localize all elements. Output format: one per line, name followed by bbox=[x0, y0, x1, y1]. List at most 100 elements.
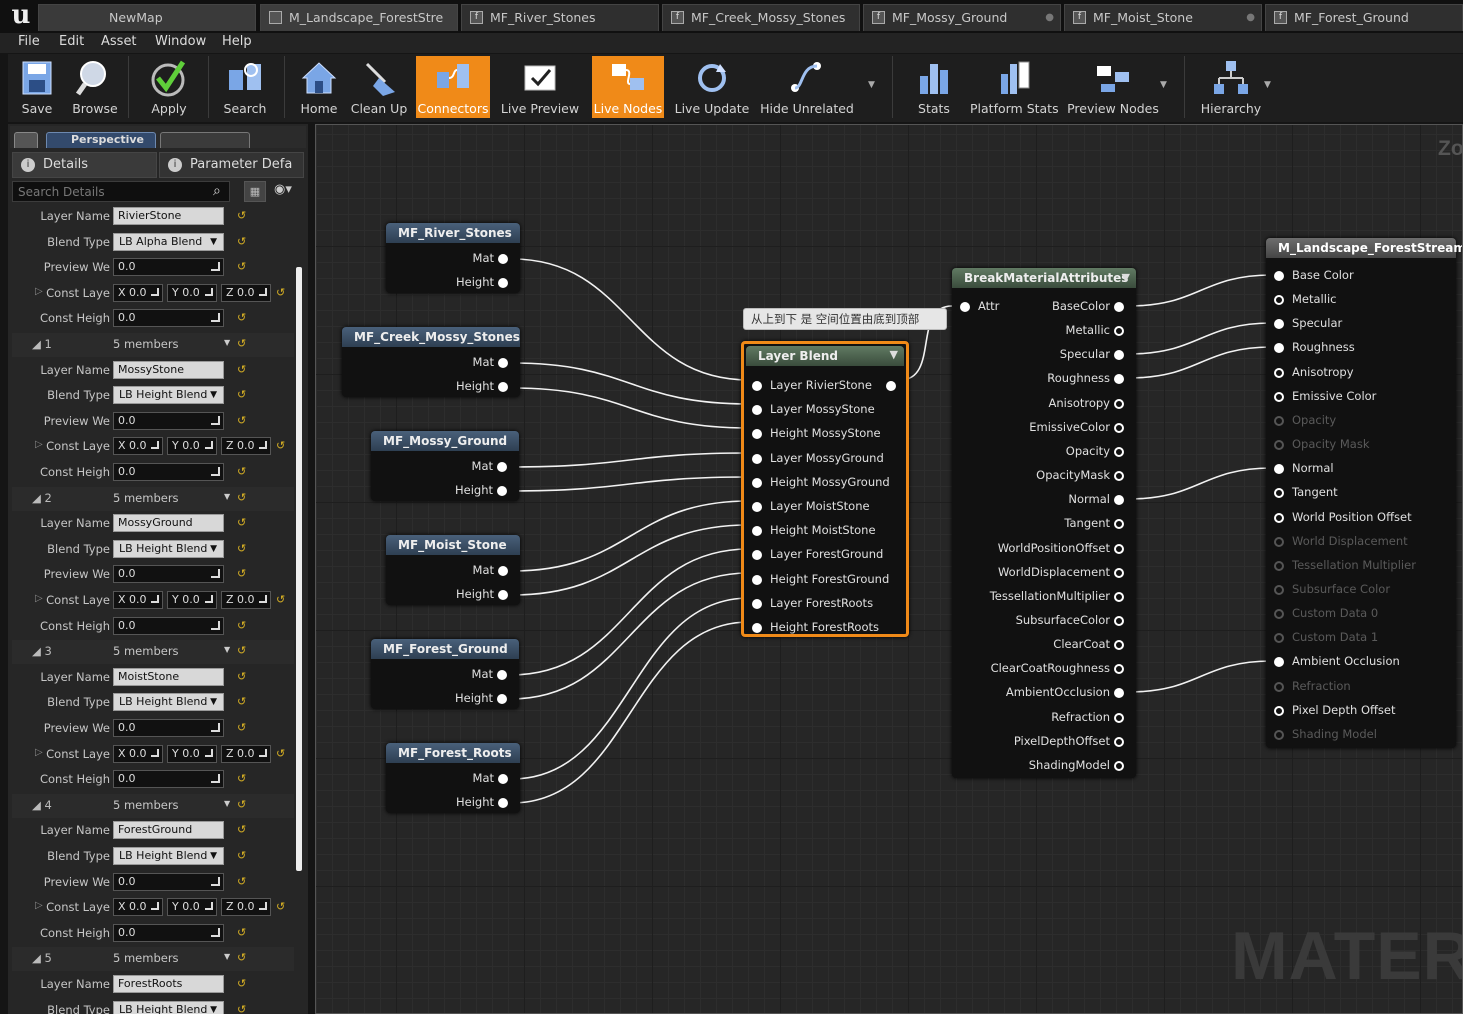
tab-newmap[interactable]: NewMap bbox=[38, 4, 256, 31]
blend-type-select[interactable]: LB Height Blend ▼ bbox=[113, 847, 224, 865]
reset-to-default-icon[interactable]: ↺ bbox=[237, 619, 246, 632]
menu-edit[interactable]: Edit bbox=[59, 34, 84, 49]
layer-name-field[interactable]: MossyStone bbox=[113, 361, 224, 379]
preview-weight-field[interactable]: 0.0 bbox=[113, 719, 224, 737]
tab-details[interactable]: i Details bbox=[12, 152, 157, 178]
break-output-pin[interactable] bbox=[1114, 543, 1124, 554]
reset-to-default-icon[interactable]: ↺ bbox=[237, 491, 246, 504]
chevron-down-icon[interactable]: ▼ bbox=[1264, 80, 1271, 90]
blend-type-select[interactable]: LB Alpha Blend ▼ bbox=[113, 233, 224, 251]
tab-mf-mossy-ground[interactable]: f MF_Mossy_Ground ● bbox=[863, 4, 1061, 31]
result-input-pin[interactable] bbox=[1274, 512, 1284, 523]
reset-to-default-icon[interactable]: ↺ bbox=[237, 209, 246, 222]
platform-stats-button[interactable]: Platform Stats bbox=[970, 56, 1059, 118]
layer-group-header[interactable]: ◢ 4 5 members ▼ ↺ bbox=[12, 794, 294, 818]
reset-to-default-icon[interactable]: ↺ bbox=[276, 439, 285, 452]
break-output-pin[interactable] bbox=[1114, 350, 1124, 361]
blend-type-select[interactable]: LB Height Blend ▼ bbox=[113, 386, 224, 404]
break-output-pin[interactable] bbox=[1114, 398, 1124, 409]
result-input-pin[interactable] bbox=[1274, 271, 1284, 281]
const-layer-z-field[interactable]: Z 0.0 bbox=[221, 745, 271, 763]
layer-blend-output-pin[interactable] bbox=[886, 381, 896, 391]
reset-to-default-icon[interactable]: ↺ bbox=[237, 977, 246, 990]
height-output-pin[interactable] bbox=[498, 278, 508, 288]
mat-output-pin[interactable] bbox=[498, 774, 508, 784]
reset-to-default-icon[interactable]: ↺ bbox=[237, 798, 246, 811]
layer-group-header[interactable]: ◢ 2 5 members ▼ ↺ bbox=[12, 487, 294, 511]
reset-to-default-icon[interactable]: ↺ bbox=[237, 670, 246, 683]
break-output-pin[interactable] bbox=[1114, 640, 1124, 651]
reset-to-default-icon[interactable]: ↺ bbox=[237, 926, 246, 939]
const-layer-x-field[interactable]: X 0.0 bbox=[113, 745, 163, 763]
attr-input-pin[interactable] bbox=[960, 302, 970, 312]
live-nodes-button[interactable]: Live Nodes bbox=[592, 56, 664, 118]
layer-blend-input-pin[interactable] bbox=[752, 477, 762, 488]
chevron-down-icon[interactable]: ▼ bbox=[1160, 80, 1167, 90]
layer-group-header[interactable]: ◢ 1 5 members ▼ ↺ bbox=[12, 333, 294, 357]
live-preview-button[interactable]: Live Preview bbox=[498, 56, 582, 118]
result-input-pin[interactable] bbox=[1274, 319, 1284, 330]
mat-output-pin[interactable] bbox=[498, 358, 508, 368]
result-input-pin[interactable] bbox=[1274, 657, 1284, 668]
const-layer-z-field[interactable]: Z 0.0 bbox=[221, 591, 271, 609]
comment-bubble[interactable]: 从上到下 是 空间位置由底到顶部 bbox=[743, 308, 947, 330]
layer-name-field[interactable]: MossyGround bbox=[113, 514, 224, 532]
function-node-mf-forest-roots[interactable]: MF_Forest_Roots Mat Height bbox=[386, 743, 520, 813]
break-output-pin[interactable] bbox=[1114, 519, 1124, 530]
live-update-button[interactable]: Live Update bbox=[672, 56, 752, 118]
const-layer-z-field[interactable]: Z 0.0 bbox=[221, 284, 271, 302]
layer-name-field[interactable]: ForestGround bbox=[113, 821, 224, 839]
reset-to-default-icon[interactable]: ↺ bbox=[237, 849, 246, 862]
reset-to-default-icon[interactable]: ↺ bbox=[237, 951, 246, 964]
chevron-down-icon[interactable]: ▼ bbox=[224, 799, 230, 808]
preview-weight-field[interactable]: 0.0 bbox=[113, 565, 224, 583]
search-icon[interactable]: ⌕ bbox=[213, 183, 221, 199]
tab-parameter-defaults[interactable]: i Parameter Defa bbox=[159, 152, 304, 178]
expand-arrow-icon[interactable]: ▷ bbox=[35, 747, 43, 758]
layer-blend-node[interactable]: Layer Blend ▼ Layer RivierStone Layer Mo… bbox=[741, 341, 909, 637]
height-output-pin[interactable] bbox=[498, 382, 508, 392]
function-node-mf-moist-stone[interactable]: MF_Moist_Stone Mat Height bbox=[386, 535, 520, 605]
height-output-pin[interactable] bbox=[498, 590, 508, 600]
const-layer-x-field[interactable]: X 0.0 bbox=[113, 898, 163, 916]
const-layer-y-field[interactable]: Y 0.0 bbox=[167, 745, 217, 763]
expand-arrow-icon[interactable]: ▷ bbox=[35, 593, 43, 604]
result-input-pin[interactable] bbox=[1274, 367, 1284, 378]
layer-blend-input-pin[interactable] bbox=[752, 405, 762, 416]
layer-name-field[interactable]: ForestRoots bbox=[113, 975, 224, 993]
reset-to-default-icon[interactable]: ↺ bbox=[237, 337, 246, 350]
reset-to-default-icon[interactable]: ↺ bbox=[237, 260, 246, 273]
break-output-pin[interactable] bbox=[1114, 664, 1124, 675]
const-layer-z-field[interactable]: Z 0.0 bbox=[221, 898, 271, 916]
chevron-down-icon[interactable]: ▼ bbox=[224, 492, 230, 501]
close-icon[interactable]: ● bbox=[1246, 5, 1255, 31]
layer-blend-input-pin[interactable] bbox=[752, 453, 762, 464]
material-result-node[interactable]: M_Landscape_ForestStream Base Color Metall… bbox=[1266, 238, 1462, 748]
layer-group-header[interactable]: ◢ 3 5 members ▼ ↺ bbox=[12, 640, 294, 664]
reset-to-default-icon[interactable]: ↺ bbox=[237, 311, 246, 324]
reset-to-default-icon[interactable]: ↺ bbox=[276, 747, 285, 760]
collapse-icon[interactable]: ▼ bbox=[890, 348, 898, 361]
reset-to-default-icon[interactable]: ↺ bbox=[237, 414, 246, 427]
scrollbar[interactable] bbox=[296, 267, 302, 871]
viewport-mode-tabs[interactable] bbox=[160, 132, 250, 148]
function-node-mf-river-stones[interactable]: MF_River_Stones Mat Height bbox=[386, 223, 520, 293]
const-layer-x-field[interactable]: X 0.0 bbox=[113, 591, 163, 609]
reset-to-default-icon[interactable]: ↺ bbox=[237, 875, 246, 888]
result-input-pin[interactable] bbox=[1274, 705, 1284, 716]
break-output-pin[interactable] bbox=[1114, 471, 1124, 482]
browse-button[interactable]: Browse bbox=[66, 56, 124, 118]
reset-to-default-icon[interactable]: ↺ bbox=[237, 388, 246, 401]
blend-type-select[interactable]: LB Height Blend ▼ bbox=[113, 693, 224, 711]
reset-to-default-icon[interactable]: ↺ bbox=[237, 567, 246, 580]
reset-to-default-icon[interactable]: ↺ bbox=[237, 644, 246, 657]
mat-output-pin[interactable] bbox=[498, 254, 508, 264]
reset-to-default-icon[interactable]: ↺ bbox=[237, 465, 246, 478]
const-layer-y-field[interactable]: Y 0.0 bbox=[167, 437, 217, 455]
result-input-pin[interactable] bbox=[1274, 343, 1284, 354]
break-output-pin[interactable] bbox=[1114, 567, 1124, 578]
break-output-pin[interactable] bbox=[1114, 591, 1124, 602]
material-graph-canvas[interactable]: Zo MATERIA 从上到下 是 空间位置由底到顶部 MF_River_Sto… bbox=[315, 124, 1463, 1014]
function-node-mf-mossy-ground[interactable]: MF_Mossy_Ground Mat Height bbox=[371, 431, 519, 501]
blend-type-select[interactable]: LB Height Blend ▼ bbox=[113, 540, 224, 558]
